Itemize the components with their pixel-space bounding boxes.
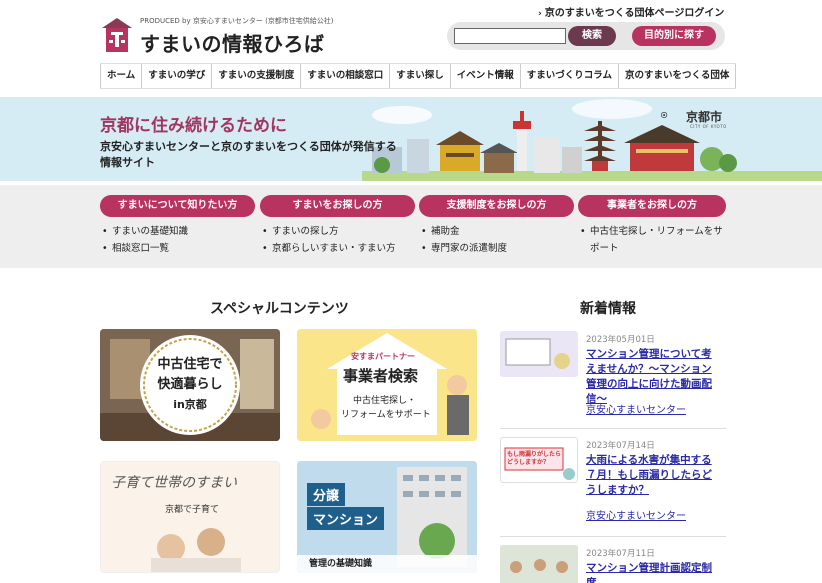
search-by-purpose-button[interactable]: 目的別に探す [632,26,716,46]
nav-item-events[interactable]: イベント情報 [449,64,520,88]
search-button[interactable]: 検索 [568,26,616,46]
news-org-link[interactable]: 京安心すまいセンター [586,507,686,522]
nav-item-groups[interactable]: 京のすまいをつくる団体 [618,64,737,88]
special-tile-business-search[interactable]: 安すまパートナー 事業者検索 中古住宅探し・ リフォームをサポート [297,329,477,441]
category-search: すまいをお探しの方 すまいの探し方 京都らしいすまい・すまい方 [260,195,415,257]
news-divider [500,536,726,537]
tile-line: マンション [307,507,385,530]
category-link[interactable]: 中古住宅探し・リフォームをサポート [580,223,726,257]
hero-description: 京安心すまいセンターと京のすまいをつくる団体が発信する情報サイト [100,140,397,169]
tile-line: 分譲 [307,483,346,506]
special-tile-child-rearing[interactable]: 子育て世帯のすまい 京都で子育て [100,461,280,573]
tile-sub: 京都で子育て [165,505,220,515]
nav-item-consult[interactable]: すまいの相談窓口 [300,64,389,88]
news-item[interactable]: もし雨漏りがしたらどうしますか？ 2023年07月14日 大雨による水害が集中す… [500,437,730,527]
news-org-link[interactable]: 京安心すまいセンター [586,401,686,416]
nav-item-support[interactable]: すまいの支援制度 [211,64,300,88]
news-divider [500,428,726,429]
tile-title: 子育て世帯のすまい [111,475,237,491]
kyoto-cityscape-illustration [362,99,822,181]
tile-caption: 管理の基礎知識 [297,555,477,573]
news-thumbnail-text: もし雨漏りがしたらどうしますか？ [507,451,562,466]
category-business: 事業者をお探しの方 中古住宅探し・リフォームをサポート [578,195,726,257]
news-thumbnail-image [500,545,578,583]
tile-used-house-text: 中古住宅で 快適暮らし in京都 [144,355,236,415]
category-link[interactable]: 京都らしいすまい・すまい方 [262,240,415,257]
site-logo[interactable]: PRODUCED by 京安心すまいセンター (京都市住宅供給公社) すまいの情… [100,14,340,58]
special-tile-used-house[interactable]: 中古住宅で 快適暮らし in京都 [100,329,280,441]
news-title-link[interactable]: 大雨による水害が集中する７月！もし雨漏りしたらどうしますか？ [586,453,718,498]
tile-line: in京都 [173,398,207,411]
category-link[interactable]: すまいの基礎知識 [102,223,255,240]
news-thumbnail [500,331,578,377]
special-tile-condo[interactable]: 分譲 マンション 管理の基礎知識 [297,461,477,573]
news-date: 2023年07月11日 [586,549,655,559]
site-title: すまいの情報ひろば [140,32,325,56]
global-nav: ホーム すまいの学び すまいの支援制度 すまいの相談窓口 すまい探し イベント情… [100,63,737,89]
news-item[interactable]: 2023年07月11日 マンション管理計画認定制度 [500,545,730,583]
tile-sub: リフォームをサポート [341,410,431,420]
kyoto-city-logo-sub: CITY OF KYOTO [690,124,727,129]
category-link[interactable]: 相談窓口一覧 [102,240,255,257]
tile-tag: 安すまパートナー [351,352,415,361]
category-link[interactable]: 補助金 [421,223,574,240]
group-login-link[interactable]: › 京のすまいをつくる団体ページログイン [538,4,724,19]
house-logo-icon [102,18,132,52]
category-learn: すまいについて知りたい方 すまいの基礎知識 相談窓口一覧 [100,195,255,257]
category-link[interactable]: すまいの探し方 [262,223,415,240]
hero-title: 京都に住み続けるために [100,116,287,136]
kyoto-city-emblem-icon [661,111,668,119]
nav-item-search-home[interactable]: すまい探し [389,64,450,88]
category-search-button[interactable]: すまいをお探しの方 [260,195,415,217]
news-thumbnail [500,545,578,583]
nav-item-column[interactable]: すまいづくりコラム [519,64,618,88]
news-date: 2023年05月01日 [586,335,655,345]
news-title-link[interactable]: マンション管理について考えませんか？〜マンション管理の向上に向けた動画配信〜 [586,347,718,407]
nav-item-learn[interactable]: すまいの学び [141,64,211,88]
category-business-button[interactable]: 事業者をお探しの方 [578,195,726,217]
kyoto-city-logo[interactable]: 京都市 [686,108,722,125]
search-input[interactable] [454,28,566,44]
tile-line: 中古住宅で [157,357,223,372]
tile-sub: 中古住宅探し・ [353,396,417,406]
special-contents-heading: スペシャルコンテンツ [210,301,349,317]
news-item[interactable]: 2023年05月01日 マンション管理について考えませんか？〜マンション管理の向… [500,331,730,431]
category-link[interactable]: 専門家の派遣制度 [421,240,574,257]
tile-line: 快適暮らし [157,377,223,392]
category-support: 支援制度をお探しの方 補助金 専門家の派遣制度 [419,195,574,257]
nav-item-home[interactable]: ホーム [100,64,141,88]
news-thumbnail-image [500,331,578,377]
news-heading: 新着情報 [580,301,636,317]
produced-by-text: PRODUCED by 京安心すまいセンター (京都市住宅供給公社) [140,17,334,25]
news-thumbnail: もし雨漏りがしたらどうしますか？ [500,437,578,483]
chevron-right-icon: › [538,9,542,19]
news-title-link[interactable]: マンション管理計画認定制度 [586,561,718,583]
tile-title: 事業者検索 [343,367,419,385]
category-learn-button[interactable]: すまいについて知りたい方 [100,195,255,217]
category-support-button[interactable]: 支援制度をお探しの方 [419,195,574,217]
group-login-label: 京のすまいをつくる団体ページログイン [544,8,725,19]
news-date: 2023年07月14日 [586,441,655,451]
